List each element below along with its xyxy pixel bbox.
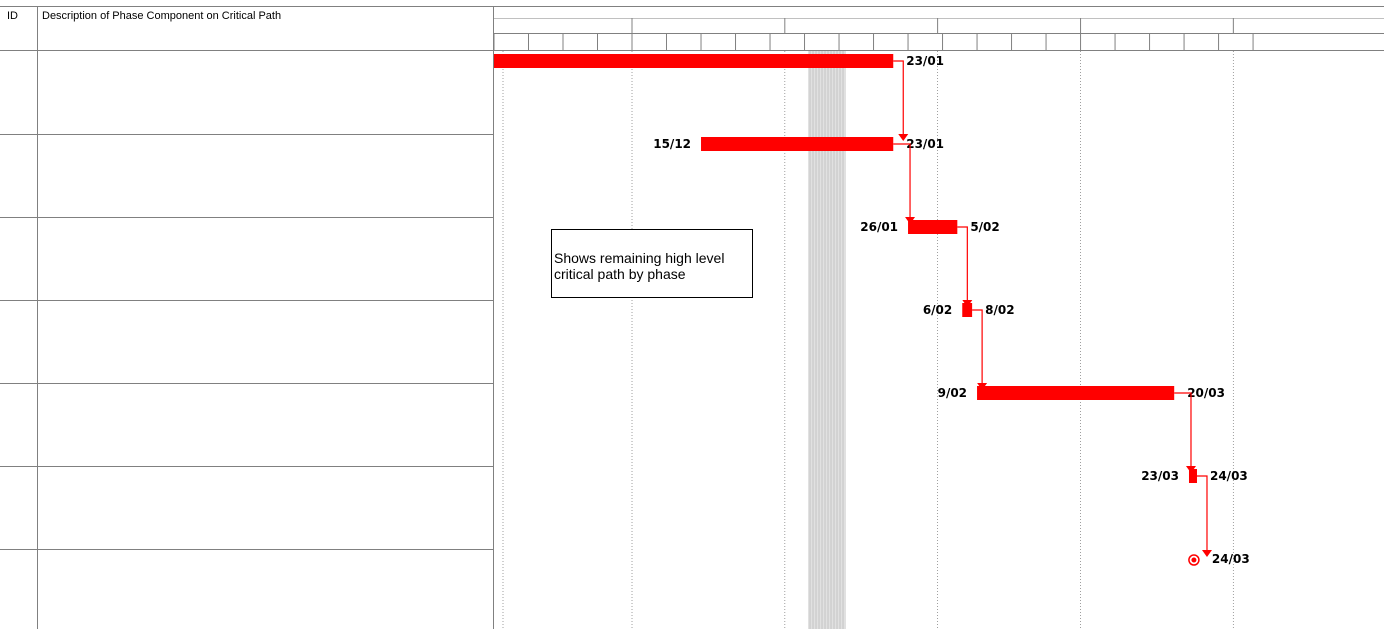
dependency-link (1196, 475, 1208, 551)
id-column-header: ID (7, 10, 18, 22)
task-bar (908, 220, 958, 234)
end-date-label: 23/01 (906, 54, 944, 68)
dependency-link (1174, 392, 1192, 467)
end-date-label: 20/03 (1187, 386, 1225, 400)
dependency-link (893, 143, 911, 218)
end-date-label: 24/03 (1210, 469, 1248, 483)
end-date-label: 8/02 (985, 303, 1014, 317)
dependency-arrowhead (1201, 550, 1212, 557)
start-date-label: 26/01 (860, 220, 898, 234)
end-date-label: 5/02 (970, 220, 999, 234)
start-date-label: 23/03 (1141, 469, 1179, 483)
description-column-header: Description of Phase Component on Critic… (42, 10, 282, 22)
start-date-label: 15/12 (653, 137, 691, 151)
dependency-link (972, 309, 983, 384)
dependency-link (957, 226, 968, 301)
critical-path-note: Shows remaining high level critical path… (551, 229, 753, 298)
task-bar (977, 386, 1175, 400)
end-date-label: 23/01 (906, 137, 944, 151)
start-date-label: 6/02 (923, 303, 952, 317)
dependency-link (893, 60, 904, 135)
task-bar (701, 137, 894, 151)
gantt-svg: 23/01 15/12 23/01 26/01 5/02 6/02 8/02 9/02 20/0… (0, 6, 1384, 629)
task-bar (494, 54, 894, 68)
start-date-label: 9/02 (938, 386, 967, 400)
milestone-dot (1191, 557, 1197, 563)
gantt-chart: 23/01 15/12 23/01 26/01 5/02 6/02 8/02 9/02 20/0… (0, 0, 1384, 629)
end-date-label: 24/03 (1212, 552, 1250, 566)
